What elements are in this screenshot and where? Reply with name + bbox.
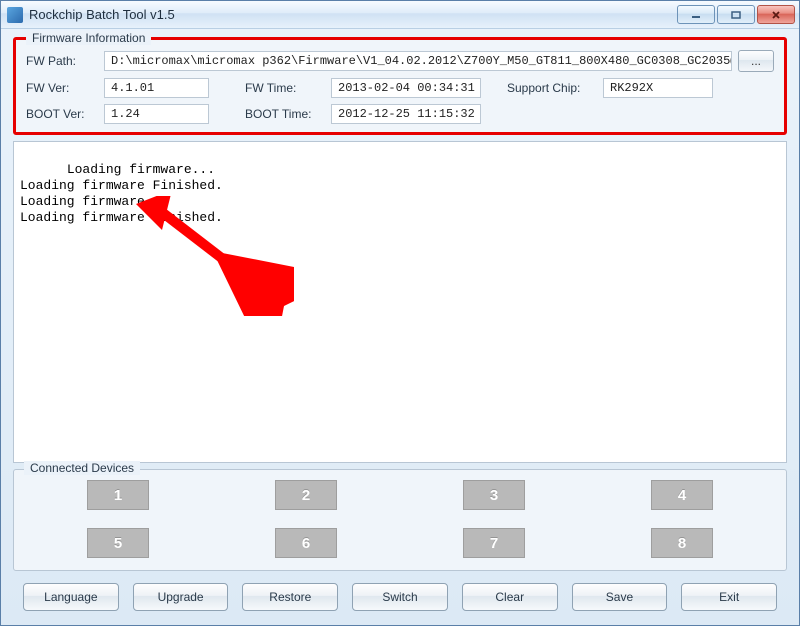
connected-devices-group: Connected Devices 1 2 3 4 5 6 7 8 xyxy=(13,469,787,571)
boot-time-field[interactable]: 2012-12-25 11:15:32 xyxy=(331,104,481,124)
fw-path-label: FW Path: xyxy=(26,54,98,68)
device-slot-2[interactable]: 2 xyxy=(275,480,337,510)
minimize-button[interactable] xyxy=(677,5,715,24)
boot-ver-field[interactable]: 1.24 xyxy=(104,104,209,124)
switch-button[interactable]: Switch xyxy=(352,583,448,611)
firmware-info-legend: Firmware Information xyxy=(26,31,151,45)
device-slot-1[interactable]: 1 xyxy=(87,480,149,510)
exit-button[interactable]: Exit xyxy=(681,583,777,611)
log-textarea[interactable]: Loading firmware... Loading firmware Fin… xyxy=(13,141,787,463)
device-slot-3[interactable]: 3 xyxy=(463,480,525,510)
clear-button[interactable]: Clear xyxy=(462,583,558,611)
boot-ver-label: BOOT Ver: xyxy=(26,107,98,121)
device-slot-4[interactable]: 4 xyxy=(651,480,713,510)
log-line: Loading firmware... xyxy=(67,162,215,177)
fw-time-field[interactable]: 2013-02-04 00:34:31 xyxy=(331,78,481,98)
language-button[interactable]: Language xyxy=(23,583,119,611)
support-chip-label: Support Chip: xyxy=(507,81,597,95)
client-area: Firmware Information FW Path: D:\microma… xyxy=(1,29,799,625)
support-chip-field[interactable]: RK292X xyxy=(603,78,713,98)
maximize-button[interactable] xyxy=(717,5,755,24)
app-icon xyxy=(7,7,23,23)
log-line: Loading firmware Finished. xyxy=(20,178,223,193)
log-line: Loading firmware Finished. xyxy=(20,210,223,225)
device-slot-8[interactable]: 8 xyxy=(651,528,713,558)
fw-ver-label: FW Ver: xyxy=(26,81,98,95)
window-title: Rockchip Batch Tool v1.5 xyxy=(29,7,677,22)
browse-button[interactable]: ... xyxy=(738,50,774,72)
restore-button[interactable]: Restore xyxy=(242,583,338,611)
boot-time-label: BOOT Time: xyxy=(245,107,325,121)
save-button[interactable]: Save xyxy=(572,583,668,611)
upgrade-button[interactable]: Upgrade xyxy=(133,583,229,611)
firmware-info-group: Firmware Information FW Path: D:\microma… xyxy=(13,37,787,135)
log-line: Loading firmware... xyxy=(20,194,168,209)
fw-path-field[interactable]: D:\micromax\micromax p362\Firmware\V1_04… xyxy=(104,51,732,71)
fw-ver-field[interactable]: 4.1.01 xyxy=(104,78,209,98)
device-slot-7[interactable]: 7 xyxy=(463,528,525,558)
close-button[interactable] xyxy=(757,5,795,24)
device-slot-5[interactable]: 5 xyxy=(87,528,149,558)
device-slot-6[interactable]: 6 xyxy=(275,528,337,558)
connected-devices-legend: Connected Devices xyxy=(24,461,140,475)
fw-time-label: FW Time: xyxy=(245,81,325,95)
bottom-button-bar: Language Upgrade Restore Switch Clear Sa… xyxy=(13,577,787,615)
title-bar[interactable]: Rockchip Batch Tool v1.5 xyxy=(1,1,799,29)
app-window: Rockchip Batch Tool v1.5 Firmware Inform… xyxy=(0,0,800,626)
